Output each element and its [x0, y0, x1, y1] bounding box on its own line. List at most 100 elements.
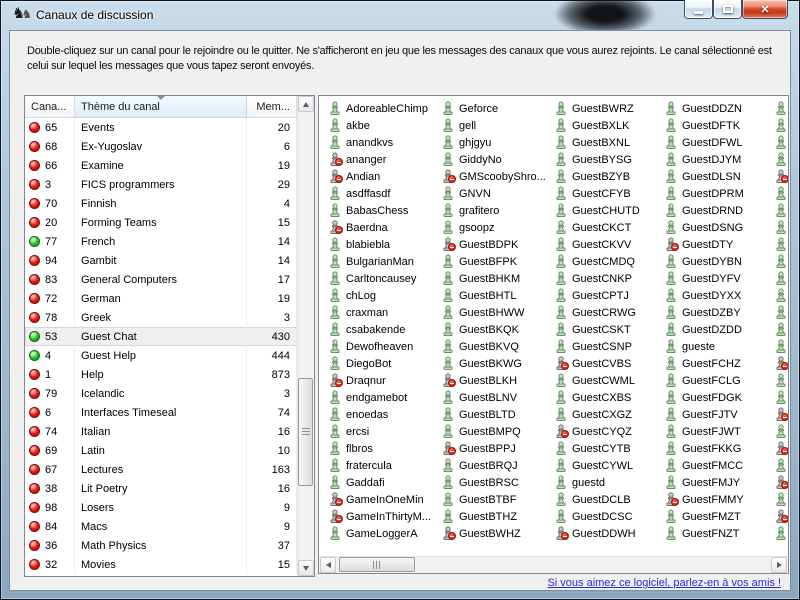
user-item[interactable]: Dewofheaven — [328, 338, 441, 355]
user-item[interactable] — [774, 134, 788, 151]
horizontal-scroll-thumb[interactable] — [339, 557, 415, 572]
minimize-button[interactable] — [684, 0, 713, 19]
user-item[interactable]: fratercula — [328, 457, 441, 474]
user-item[interactable]: GuestFCLG — [664, 372, 777, 389]
user-item[interactable]: enoedas — [328, 406, 441, 423]
user-item[interactable]: GuestBXLK — [554, 117, 667, 134]
user-item[interactable] — [774, 253, 788, 270]
vertical-scroll-thumb[interactable] — [298, 378, 313, 486]
user-item[interactable] — [774, 338, 788, 355]
user-item[interactable] — [774, 219, 788, 236]
user-item[interactable]: GuestBMPQ — [441, 423, 554, 440]
user-item[interactable] — [774, 372, 788, 389]
channel-row[interactable]: 1 Help 873 — [25, 365, 297, 384]
user-item[interactable]: ghjgyu — [441, 134, 554, 151]
channel-row[interactable]: 36 Math Physics 37 — [25, 536, 297, 555]
user-item[interactable]: GuestCYWL — [554, 457, 667, 474]
user-item[interactable]: GuestBKVQ — [441, 338, 554, 355]
user-item[interactable]: GameInOneMin — [328, 491, 441, 508]
user-item[interactable]: GuestFMMY — [664, 491, 777, 508]
user-item[interactable]: Carltoncausey — [328, 270, 441, 287]
user-item[interactable]: GuestFMCC — [664, 457, 777, 474]
channel-row[interactable]: 38 Lit Poetry 16 — [25, 479, 297, 498]
user-item[interactable] — [774, 202, 788, 219]
user-item[interactable]: GuestCHUTD — [554, 202, 667, 219]
users-horizontal-scrollbar[interactable] — [319, 556, 788, 573]
user-item[interactable]: GuestBKQK — [441, 321, 554, 338]
scroll-up-button[interactable] — [298, 96, 314, 112]
channel-row[interactable]: 77 French 14 — [25, 232, 297, 251]
user-item[interactable] — [774, 117, 788, 134]
user-item[interactable]: Draqnur — [328, 372, 441, 389]
user-item[interactable]: Andian — [328, 168, 441, 185]
user-item[interactable] — [774, 525, 788, 542]
user-item[interactable]: GuestCRWG — [554, 304, 667, 321]
scroll-left-button[interactable] — [320, 557, 336, 573]
user-item[interactable] — [774, 474, 788, 491]
user-item[interactable]: GuestBWRZ — [554, 100, 667, 117]
user-item[interactable]: GuestDFWL — [664, 134, 777, 151]
user-item[interactable]: GuestBYSG — [554, 151, 667, 168]
channel-row[interactable]: 67 Lectures 163 — [25, 460, 297, 479]
user-item[interactable]: blabiebla — [328, 236, 441, 253]
user-item[interactable]: DiegoBot — [328, 355, 441, 372]
user-item[interactable]: GuestBRQJ — [441, 457, 554, 474]
user-item[interactable]: GuestCSNP — [554, 338, 667, 355]
user-item[interactable] — [774, 151, 788, 168]
channel-row[interactable]: 72 German 19 — [25, 289, 297, 308]
user-item[interactable]: GuestBKWG — [441, 355, 554, 372]
close-button[interactable]: ✕ — [742, 0, 788, 19]
maximize-button[interactable] — [713, 0, 742, 19]
user-item[interactable]: gsoopz — [441, 219, 554, 236]
channel-row[interactable]: 74 Italian 16 — [25, 422, 297, 441]
user-item[interactable]: asdffasdf — [328, 185, 441, 202]
user-item[interactable] — [774, 100, 788, 117]
user-item[interactable]: gueste — [664, 338, 777, 355]
channel-row[interactable]: 69 Latin 10 — [25, 441, 297, 460]
channel-row[interactable]: 6 Interfaces Timeseal 74 — [25, 403, 297, 422]
user-item[interactable]: GuestDDZN — [664, 100, 777, 117]
channel-row[interactable]: 66 Examine 19 — [25, 156, 297, 175]
user-item[interactable]: GuestBHTL — [441, 287, 554, 304]
scroll-down-button[interactable] — [298, 560, 314, 576]
user-item[interactable]: flbros — [328, 440, 441, 457]
user-item[interactable]: GuestDCSC — [554, 508, 667, 525]
user-item[interactable]: GuestDJYM — [664, 151, 777, 168]
user-item[interactable]: GuestDYFV — [664, 270, 777, 287]
share-link[interactable]: Si vous aimez ce logiciel, parlez-en à v… — [547, 577, 781, 589]
user-item[interactable]: GuestCKVV — [554, 236, 667, 253]
user-item[interactable]: GuestBHKM — [441, 270, 554, 287]
user-item[interactable] — [774, 457, 788, 474]
user-item[interactable]: GuestCFYB — [554, 185, 667, 202]
user-item[interactable]: GuestCXGZ — [554, 406, 667, 423]
user-item[interactable]: GuestCNKP — [554, 270, 667, 287]
user-item[interactable]: AdoreableChimp — [328, 100, 441, 117]
channels-vertical-scrollbar[interactable] — [297, 96, 314, 576]
user-item[interactable] — [774, 491, 788, 508]
channel-row[interactable]: 78 Greek 3 — [25, 308, 297, 327]
scroll-right-button[interactable] — [771, 557, 787, 573]
user-item[interactable]: GuestBZYB — [554, 168, 667, 185]
user-item[interactable]: BabasChess — [328, 202, 441, 219]
user-item[interactable]: GuestDCLB — [554, 491, 667, 508]
user-item[interactable]: GuestCMDQ — [554, 253, 667, 270]
user-item[interactable]: GuestBPPJ — [441, 440, 554, 457]
user-item[interactable]: GuestCYQZ — [554, 423, 667, 440]
user-item[interactable]: GuestBLNV — [441, 389, 554, 406]
user-item[interactable]: GMScoobyShro... — [441, 168, 554, 185]
user-item[interactable] — [774, 406, 788, 423]
channel-row[interactable]: 3 FICS programmers 29 — [25, 175, 297, 194]
user-item[interactable]: anandkvs — [328, 134, 441, 151]
user-item[interactable]: GuestDZDD — [664, 321, 777, 338]
user-item[interactable]: GameInThirtyM... — [328, 508, 441, 525]
channel-row[interactable]: 79 Icelandic 3 — [25, 384, 297, 403]
user-item[interactable]: Baerdna — [328, 219, 441, 236]
user-item[interactable]: GuestCKCT — [554, 219, 667, 236]
user-item[interactable]: GuestDPRM — [664, 185, 777, 202]
user-item[interactable]: gell — [441, 117, 554, 134]
user-item[interactable]: Geforce — [441, 100, 554, 117]
channel-row[interactable]: 53 Guest Chat 430 — [25, 327, 297, 346]
channel-row[interactable]: 70 Finnish 4 — [25, 194, 297, 213]
user-item[interactable] — [774, 304, 788, 321]
user-item[interactable]: csabakende — [328, 321, 441, 338]
